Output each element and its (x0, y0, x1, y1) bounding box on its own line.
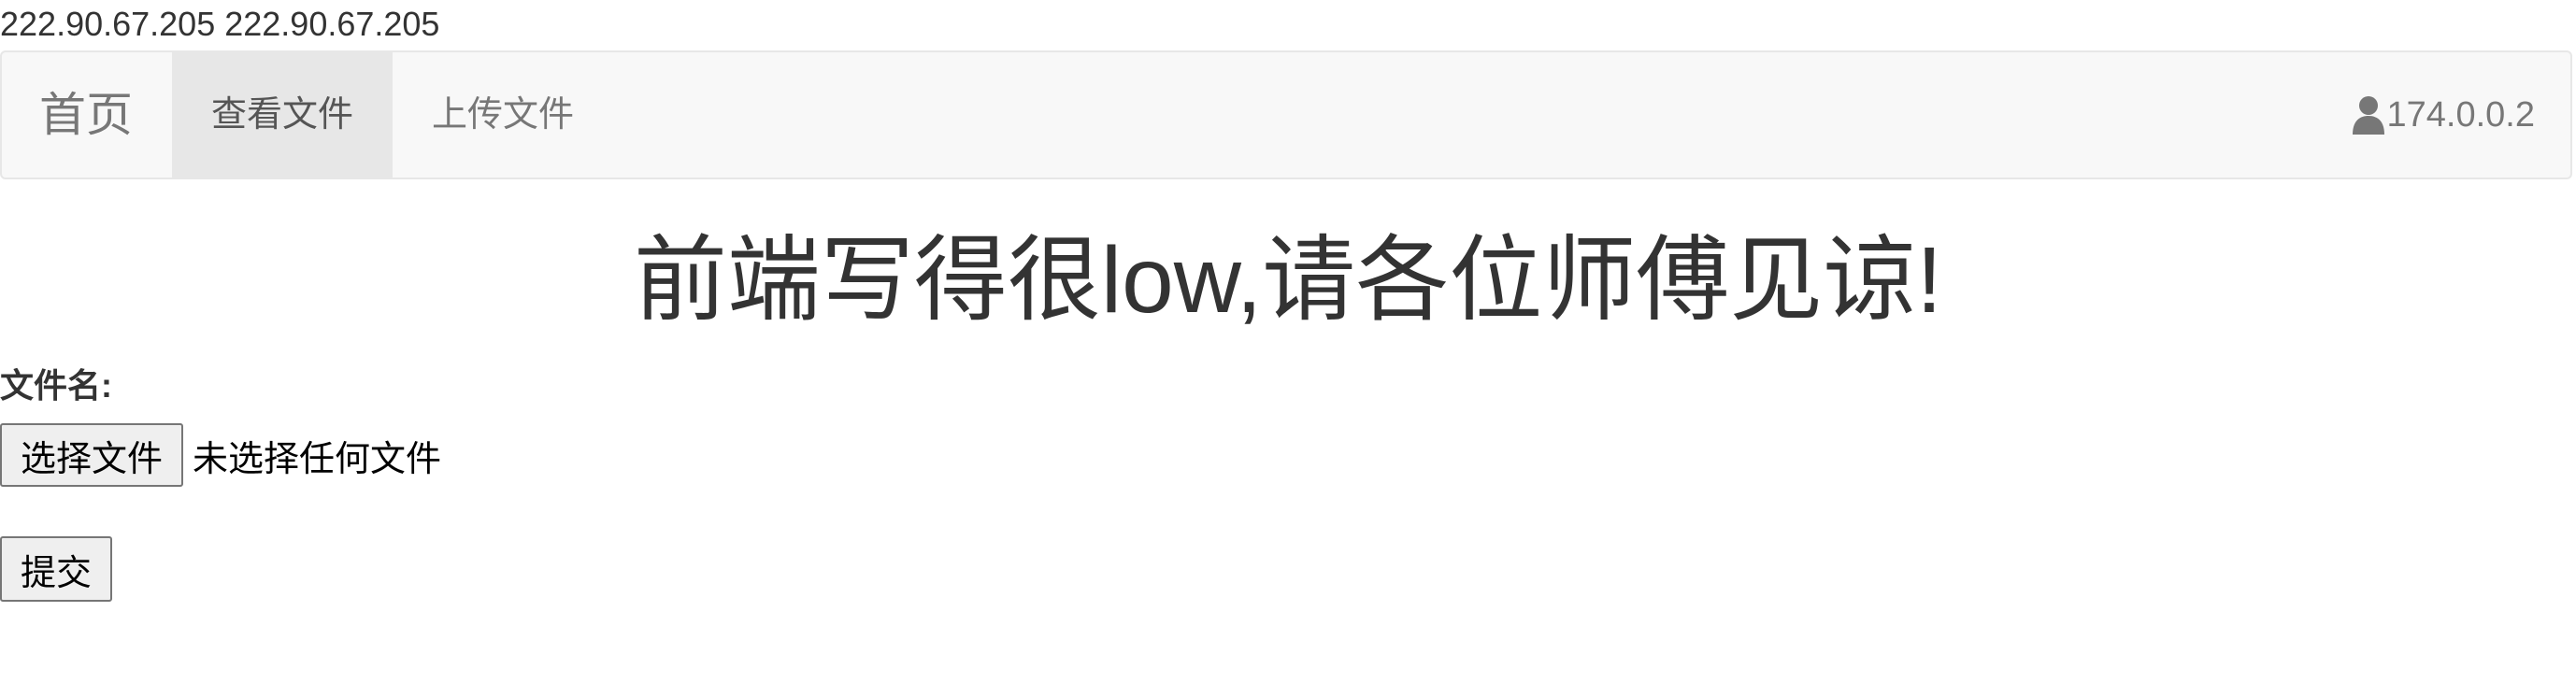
user-ip-label: 174.0.0.2 (2386, 95, 2535, 135)
nav-upload-file[interactable]: 上传文件 (393, 52, 613, 178)
client-ip-line: 222.90.67.205 222.90.67.205 (0, 0, 439, 49)
nav-user-info[interactable]: 174.0.0.2 (2352, 52, 2535, 178)
ip-address-2: 222.90.67.205 (224, 5, 440, 43)
nav-view-files[interactable]: 查看文件 (172, 52, 393, 178)
home-link[interactable]: 首页 (39, 52, 133, 178)
choose-file-button[interactable]: 选择文件 (0, 423, 184, 487)
submit-button[interactable]: 提交 (0, 536, 113, 602)
file-name-label: 文件名: (0, 366, 112, 405)
page-heading: 前端写得很low,请各位师傅见谅! (633, 228, 1943, 333)
file-input[interactable]: 选择文件 未选择任何文件 (0, 423, 441, 487)
ip-address-1: 222.90.67.205 (0, 5, 216, 43)
top-navbar: 首页 查看文件 上传文件 174.0.0.2 (0, 50, 2572, 179)
user-icon (2352, 96, 2384, 135)
no-file-selected-text: 未选择任何文件 (193, 439, 442, 479)
